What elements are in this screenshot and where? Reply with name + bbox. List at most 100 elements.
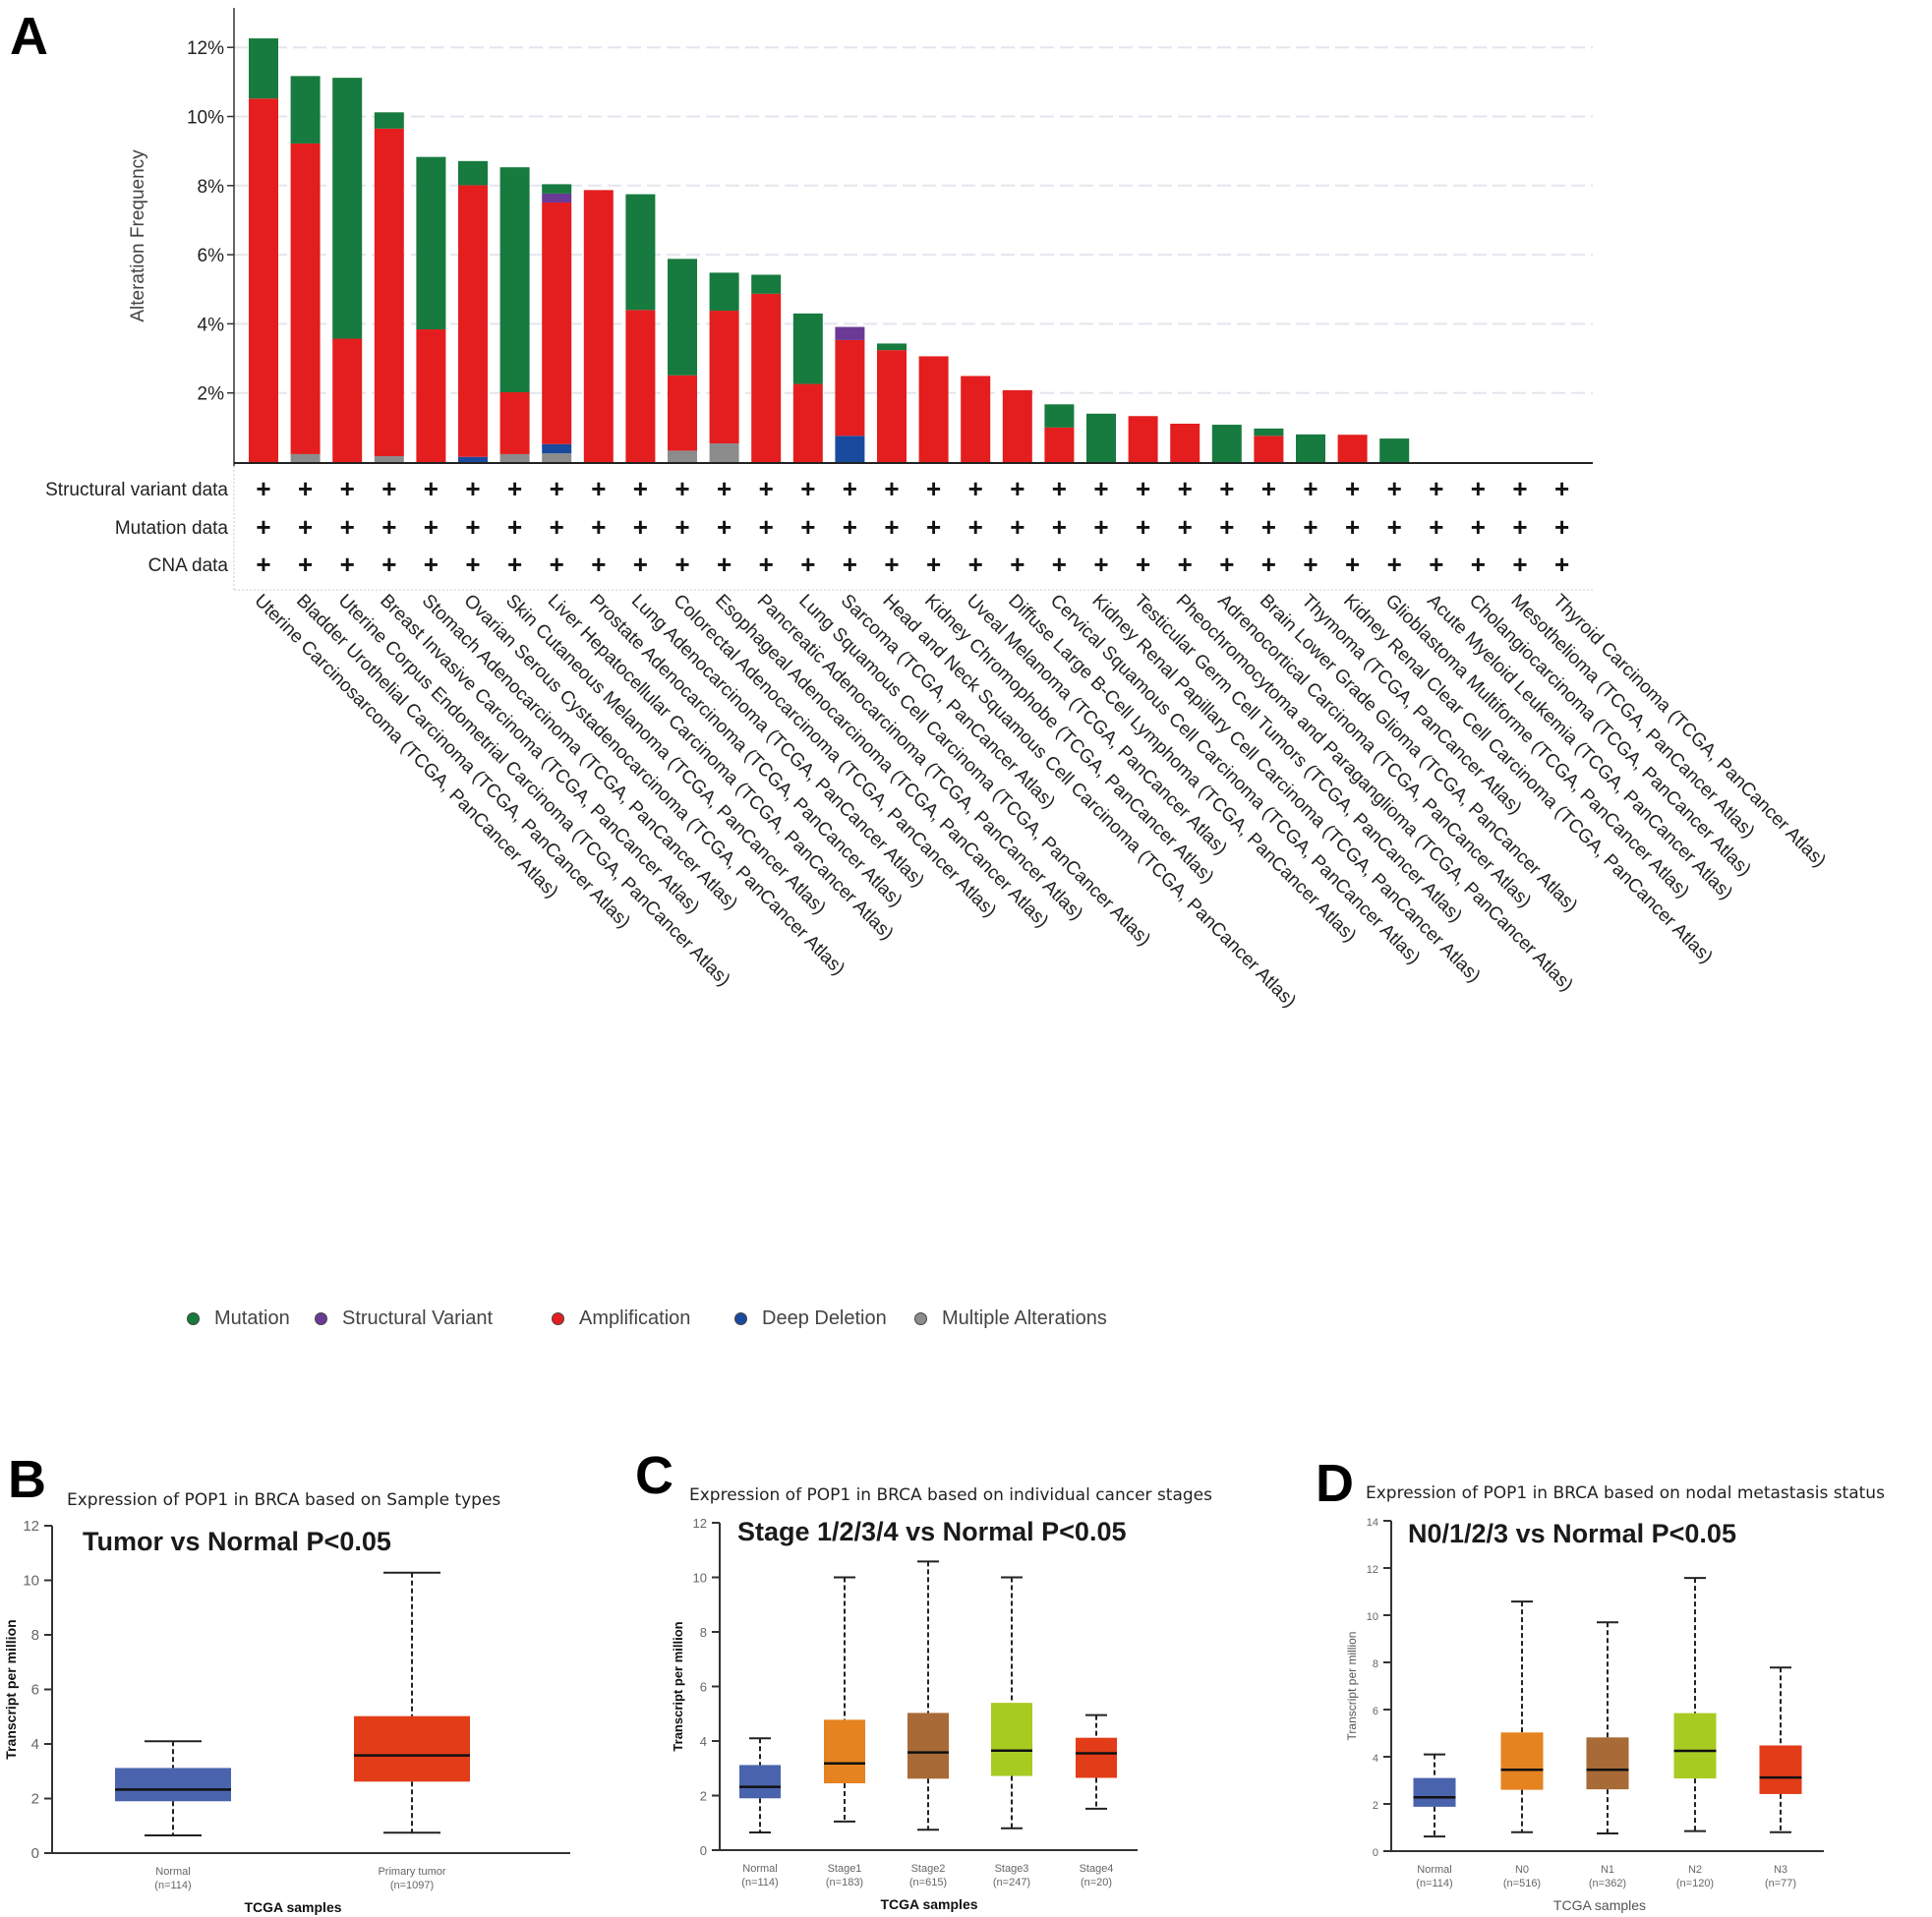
- box-normal: Normal (n=114): [739, 1737, 781, 1888]
- bar-segment-mutation: [1254, 428, 1284, 436]
- bar-segment-structural-variant: [542, 193, 572, 203]
- y-tick-label: 10: [23, 1573, 39, 1590]
- group-n-label: (n=615): [909, 1877, 947, 1888]
- group-n-label: (n=183): [826, 1877, 863, 1888]
- y-axis-title: Transcript per million: [3, 1619, 19, 1759]
- legend-item-deep-deletion: Deep Deletion: [734, 1304, 887, 1333]
- plus-marker-icon: +: [591, 512, 606, 542]
- box-iqr: [1586, 1737, 1629, 1790]
- bar-segment-deep-deletion: [835, 436, 865, 462]
- box-plot-sample-types: 0 2 4 6 8 10 12 Transcript per million TCGA samp…: [3, 1518, 570, 1915]
- y-tick-label: 0: [1373, 1847, 1378, 1859]
- plus-marker-icon: +: [1219, 474, 1234, 503]
- box-iqr: [354, 1715, 470, 1782]
- plus-marker-icon: +: [884, 512, 899, 542]
- plus-marker-icon: +: [1345, 474, 1360, 503]
- plus-marker-icon: +: [1010, 512, 1025, 542]
- legend-item-amplification: Amplification: [552, 1304, 690, 1333]
- group-n-label: (n=77): [1765, 1878, 1796, 1889]
- plus-marker-icon: +: [340, 550, 355, 579]
- y-tick-label: 10: [693, 1571, 707, 1586]
- y-tick-label: 14: [1367, 1517, 1378, 1529]
- plus-marker-icon: +: [298, 512, 313, 542]
- box-stage2: Stage2 (n=615): [907, 1560, 949, 1888]
- panel-label-b: B: [8, 1450, 46, 1509]
- bar-segment-amplification: [668, 375, 697, 451]
- plus-marker-icon: +: [1471, 550, 1486, 579]
- bar-segment-amplification: [499, 391, 530, 454]
- plus-marker-icon: +: [1178, 550, 1193, 579]
- y-tick-label: 8: [1373, 1658, 1378, 1670]
- bar-segment-mutation: [877, 343, 907, 351]
- legend-label: Mutation: [214, 1307, 290, 1329]
- plus-marker-icon: +: [843, 550, 857, 579]
- legend-item-structural-variant: Structural Variant: [315, 1304, 493, 1333]
- plus-marker-icon: +: [800, 550, 815, 579]
- plus-marker-icon: +: [1512, 474, 1527, 503]
- plus-marker-icon: +: [926, 550, 941, 579]
- group-n-label: (n=362): [1589, 1878, 1626, 1889]
- group-label: N3: [1774, 1864, 1787, 1876]
- box-n2: N2 (n=120): [1673, 1577, 1717, 1889]
- bar-segment-mutation: [374, 112, 404, 129]
- plus-marker-icon: +: [1219, 512, 1234, 542]
- box-iqr: [1076, 1737, 1117, 1778]
- bar-segment-amplification: [290, 143, 321, 454]
- plus-marker-icon: +: [674, 550, 689, 579]
- legend-label: Amplification: [579, 1307, 691, 1329]
- plus-marker-icon: +: [1471, 512, 1486, 542]
- bar-segment-mutation: [458, 160, 488, 186]
- legend-item-mutation: Mutation: [187, 1304, 290, 1333]
- bar-segment-mutation: [625, 194, 656, 311]
- box-iqr: [1500, 1732, 1544, 1790]
- bar-segment-amplification: [416, 329, 446, 462]
- bar-segment-deep-deletion: [458, 456, 488, 462]
- plus-marker-icon: +: [968, 474, 983, 503]
- plus-marker-icon: +: [1052, 550, 1067, 579]
- bar-segment-amplification: [1044, 427, 1075, 462]
- group-n-label: (n=120): [1676, 1878, 1714, 1889]
- bar-segment-mutation: [1044, 404, 1075, 428]
- plus-marker-icon: +: [884, 550, 899, 579]
- box-iqr: [991, 1703, 1032, 1776]
- plus-marker-icon: +: [926, 474, 941, 503]
- plus-marker-icon: +: [1303, 512, 1317, 542]
- plus-marker-icon: +: [381, 512, 396, 542]
- group-n-label: (n=1097): [390, 1880, 434, 1891]
- group-label: Stage1: [828, 1863, 862, 1875]
- group-label: Normal: [155, 1866, 190, 1878]
- plus-marker-icon: +: [591, 474, 606, 503]
- y-tick-label: 2: [31, 1791, 39, 1808]
- plus-marker-icon: +: [381, 550, 396, 579]
- plus-marker-icon: +: [1010, 550, 1025, 579]
- y-tick-label: 6: [31, 1682, 39, 1699]
- bar-segment-amplification: [249, 98, 278, 463]
- bar-segment-multiple-alterations: [668, 450, 697, 462]
- plus-marker-icon: +: [1052, 512, 1067, 542]
- bar-segment-amplification: [792, 383, 823, 462]
- plus-marker-icon: +: [1554, 550, 1569, 579]
- plus-marker-icon: +: [1345, 550, 1360, 579]
- y-tick-label: 8: [31, 1627, 39, 1644]
- group-label: Primary tumor: [378, 1866, 445, 1878]
- bar-segment-multiple-alterations: [709, 443, 739, 462]
- legend-dot-icon: [315, 1311, 327, 1325]
- legend-label: Structural Variant: [342, 1307, 494, 1329]
- legend-dot-icon: [187, 1311, 200, 1325]
- bar-segment-mutation: [751, 274, 782, 294]
- y-tick-label: 2%: [198, 384, 225, 405]
- bar-segment-mutation: [709, 272, 739, 312]
- plus-marker-icon: +: [717, 550, 732, 579]
- bar-segment-deep-deletion: [542, 443, 572, 454]
- plus-marker-icon: +: [759, 550, 774, 579]
- plus-marker-icon: +: [1136, 512, 1150, 542]
- plus-marker-icon: +: [1052, 474, 1067, 503]
- legend-label: Multiple Alterations: [942, 1307, 1107, 1329]
- plus-marker-icon: +: [340, 474, 355, 503]
- x-axis-title: TCGA samples: [1553, 1897, 1646, 1913]
- availability-row-label: Mutation data: [115, 518, 229, 539]
- bar-segment-mutation: [668, 259, 697, 376]
- bar-segment-mutation: [1379, 438, 1410, 462]
- bar-segment-amplification: [458, 185, 488, 457]
- panel-label-c: C: [635, 1446, 673, 1505]
